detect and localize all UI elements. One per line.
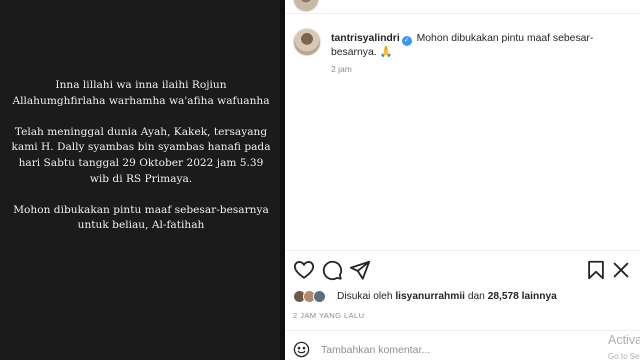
- share-icon[interactable]: [349, 259, 371, 281]
- post-text-line-1: Inna lillahi wa inna ilaihi Rojiun Allah…: [12, 79, 270, 107]
- comment-composer: [285, 330, 640, 360]
- bookmark-icon[interactable]: [585, 259, 607, 281]
- comment-time[interactable]: 2 jam: [331, 64, 352, 74]
- activation-watermark: Activate W: [608, 333, 640, 347]
- post-image: Inna lillahi wa inna ilaihi Rojiun Allah…: [0, 0, 285, 360]
- activation-watermark-subtitle: Go to Settin: [608, 352, 640, 360]
- post-timestamp[interactable]: 2 JAM YANG LALU: [293, 311, 365, 320]
- comment-input[interactable]: [321, 342, 561, 358]
- action-bar: [285, 250, 640, 284]
- comment-username[interactable]: tantrisyalindri: [331, 33, 400, 44]
- post-header: [285, 0, 640, 14]
- more-icon[interactable]: [610, 259, 632, 281]
- post-details-panel: tantrisyalindri ✓ Mohon dibukakan pintu m…: [285, 0, 640, 360]
- heart-icon[interactable]: [293, 259, 315, 281]
- likes-text: Disukai oleh lisyanurrahmii dan 28,578 l…: [337, 291, 557, 302]
- verified-badge-icon: ✓: [401, 36, 412, 46]
- post-image-text: Inna lillahi wa inna ilaihi Rojiun Allah…: [10, 78, 272, 250]
- avatar[interactable]: [293, 28, 321, 56]
- comment-text: tantrisyalindri ✓ Mohon dibukakan pintu m…: [331, 32, 631, 60]
- liker-avatars: [293, 290, 333, 304]
- caption-comment: tantrisyalindri ✓ Mohon dibukakan pintu m…: [293, 28, 633, 78]
- likes-prefix: Disukai oleh: [337, 291, 393, 302]
- post-text-line-2: Telah meninggal dunia Ayah, Kakek, tersa…: [11, 125, 271, 185]
- likes-count[interactable]: 28,578 lainnya: [488, 291, 557, 302]
- post-text-line-3: Mohon dibukakan pintu maaf sebesar-besar…: [13, 203, 269, 232]
- header-avatar[interactable]: [293, 0, 319, 12]
- likes-conjunction: dan: [467, 291, 485, 302]
- likes-summary: Disukai oleh lisyanurrahmii dan 28,578 l…: [293, 290, 638, 304]
- emoji-icon[interactable]: [293, 341, 310, 358]
- likes-user[interactable]: lisyanurrahmii: [395, 291, 465, 302]
- liker-avatar: [313, 290, 326, 303]
- comment-icon[interactable]: [321, 259, 343, 281]
